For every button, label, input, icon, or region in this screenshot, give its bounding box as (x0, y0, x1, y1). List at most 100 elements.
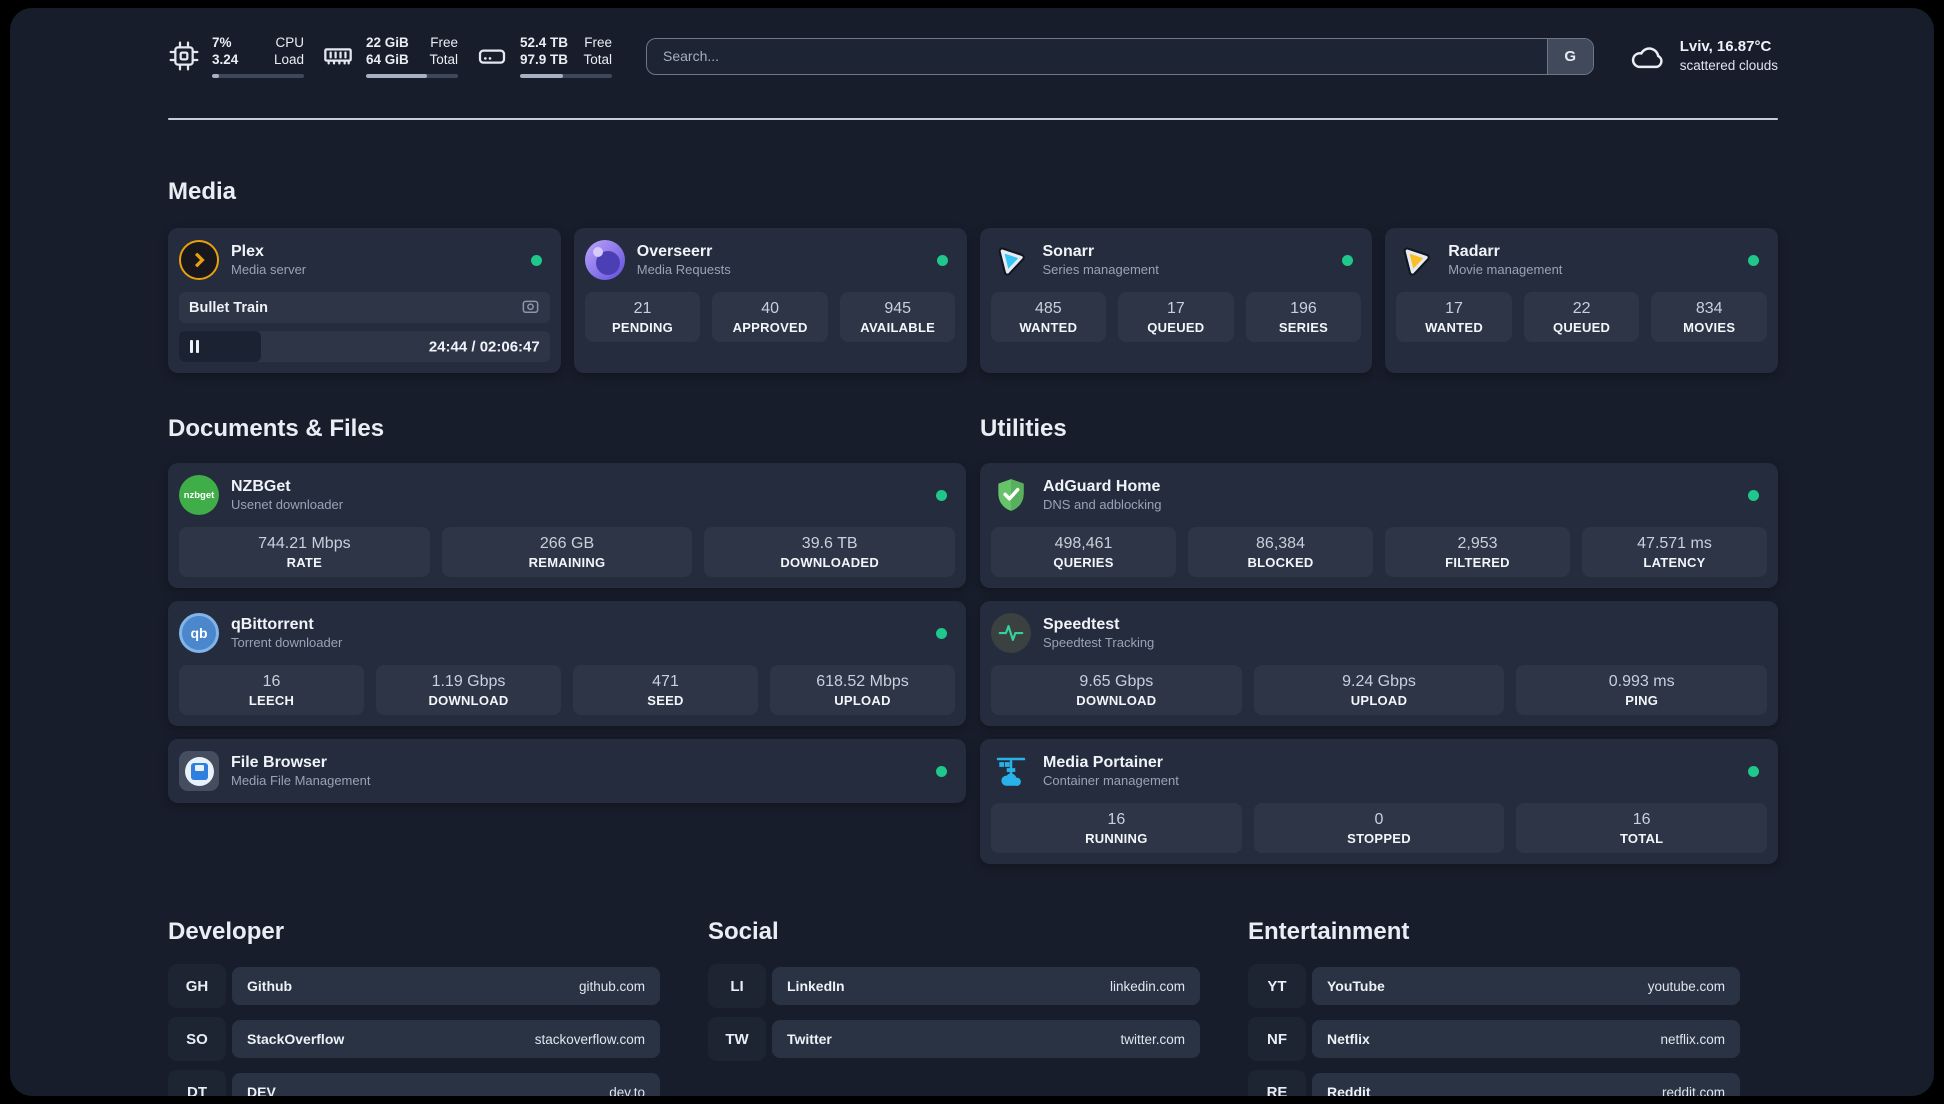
stat-label: DOWNLOAD (428, 693, 509, 708)
section-title-developer: Developer (168, 918, 285, 945)
cpu-label: CPU (275, 34, 304, 50)
weather-location-temp: Lviv, 16.87°C (1679, 38, 1772, 56)
stat-value: 16 (1107, 811, 1126, 828)
speedtest-card[interactable]: Speedtest Speedtest Tracking 9.65 Gbps D… (980, 601, 1778, 726)
overseerr-icon (584, 240, 625, 280)
stat-tile: 485 WANTED (990, 292, 1107, 342)
stat-label: TOTAL (1619, 831, 1664, 846)
stat-value: 618.52 Mbps (816, 673, 909, 690)
system-stats: 7% 3.24 CPU Load 22 GiB 64 GiB Free Tota… (168, 34, 612, 79)
cpu-usage: 7% (212, 34, 232, 50)
stat-tile: 16 RUNNING (991, 803, 1242, 853)
link-netflix[interactable]: NF Netflix netflix.com (1248, 1017, 1740, 1061)
qbittorrent-card[interactable]: qb qBittorrent Torrent downloader 16 LEE… (168, 601, 966, 726)
link-name: DEV (247, 1084, 276, 1096)
adguard-icon (991, 475, 1031, 515)
link-abbr-badge: NF (1248, 1017, 1306, 1061)
stat-label: WANTED (1019, 320, 1078, 335)
stat-label: RATE (286, 555, 323, 570)
stat-label: QUERIES (1053, 555, 1114, 570)
stat-tile: 0 STOPPED (1253, 803, 1505, 853)
stat-value: 86,384 (1256, 535, 1305, 552)
stat-value: 744.21 Mbps (258, 535, 351, 552)
stat-tile: 16 LEECH (179, 665, 364, 715)
link-github[interactable]: GH Github github.com (168, 964, 660, 1008)
memory-progress-bar (366, 73, 458, 79)
overseerr-card[interactable]: Overseerr Media Requests 21 PENDING 40 A… (573, 228, 967, 373)
link-name: Github (247, 978, 293, 994)
stat-label: MOVIES (1683, 320, 1736, 335)
now-playing-row: Bullet Train (179, 292, 550, 323)
stat-label: SEED (647, 693, 684, 708)
search-bar[interactable]: G (646, 37, 1594, 75)
section-title-entertainment: Entertainment (1248, 918, 1410, 945)
stat-value: 0.993 ms (1608, 673, 1675, 690)
plex-card[interactable]: Plex Media server Bullet Train 24:44 / 0… (168, 228, 561, 373)
status-dot (1748, 254, 1759, 266)
dashboard-window: 7% 3.24 CPU Load 22 GiB 64 GiB Free Tota… (10, 8, 1934, 1096)
stat-tile: 471 SEED (573, 665, 758, 715)
stat-value: 945 (884, 300, 912, 317)
stat-tile: 266 GB REMAINING (441, 527, 693, 577)
stat-tile: 0.993 ms PING (1516, 665, 1768, 715)
radarr-card[interactable]: Radarr Movie management 17 WANTED 22 QUE… (1385, 228, 1778, 373)
link-abbr-badge: SO (168, 1017, 226, 1061)
link-name: Twitter (787, 1031, 832, 1047)
adguard-card[interactable]: AdGuard Home DNS and adblocking 498,461 … (980, 463, 1778, 588)
stat-tile: 618.52 Mbps UPLOAD (770, 665, 955, 715)
app-subtitle: Torrent downloader (231, 634, 343, 650)
now-playing-title: Bullet Train (189, 299, 268, 316)
memory-free: 22 GiB (366, 34, 409, 50)
memory-total-label: Total (429, 52, 458, 68)
stat-label: UPLOAD (1350, 693, 1408, 708)
stat-value: 9.65 Gbps (1079, 673, 1154, 690)
stat-value: 16 (1632, 811, 1651, 828)
stat-tile: 9.65 Gbps DOWNLOAD (991, 665, 1242, 715)
stat-label: APPROVED (732, 320, 808, 335)
app-subtitle: Speedtest Tracking (1043, 634, 1155, 650)
stat-value: 17 (1445, 300, 1463, 317)
section-title-social: Social (708, 918, 779, 945)
memory-stat: 22 GiB 64 GiB Free Total (322, 34, 458, 79)
sonarr-card[interactable]: Sonarr Series management 485 WANTED 17 Q… (979, 228, 1373, 373)
stat-label: AVAILABLE (860, 320, 936, 335)
status-dot (1748, 489, 1759, 501)
stat-value: 16 (262, 673, 281, 690)
memory-total: 64 GiB (366, 52, 409, 68)
search-engine-button[interactable]: G (1546, 38, 1593, 74)
link-url: reddit.com (1661, 1084, 1725, 1097)
app-subtitle: DNS and adblocking (1043, 496, 1162, 512)
memory-icon (324, 48, 352, 65)
search-input[interactable] (647, 38, 1547, 74)
link-url: twitter.com (1120, 1031, 1185, 1047)
link-youtube[interactable]: YT YouTube youtube.com (1248, 964, 1740, 1008)
stat-value: 22 (1572, 300, 1591, 317)
app-name: File Browser (231, 753, 328, 771)
pause-icon[interactable] (190, 340, 200, 353)
nzbget-icon: nzbget (179, 475, 219, 515)
stat-label: SERIES (1278, 320, 1329, 335)
playback-progress-bar[interactable]: 24:44 / 02:06:47 (179, 331, 550, 362)
nzbget-card[interactable]: nzbget NZBGet Usenet downloader 744.21 M… (168, 463, 966, 588)
link-linkedin[interactable]: LI LinkedIn linkedin.com (708, 964, 1200, 1008)
link-abbr-badge: RE (1248, 1070, 1306, 1096)
link-dev[interactable]: DT DEV dev.to (168, 1070, 660, 1096)
cpu-stat: 7% 3.24 CPU Load (168, 34, 304, 79)
portainer-card[interactable]: Media Portainer Container management 16 … (980, 739, 1778, 864)
stat-label: STOPPED (1347, 831, 1411, 846)
developer-links-section: Developer GH Github github.com SO StackO… (168, 918, 660, 1096)
stat-label: QUEUED (1147, 320, 1205, 335)
link-reddit[interactable]: RE Reddit reddit.com (1248, 1070, 1740, 1096)
link-stackoverflow[interactable]: SO StackOverflow stackoverflow.com (168, 1017, 660, 1061)
speedtest-icon (991, 613, 1031, 653)
status-dot (1342, 254, 1354, 266)
link-twitter[interactable]: TW Twitter twitter.com (708, 1017, 1200, 1061)
status-dot (936, 254, 948, 266)
link-abbr-badge: DT (168, 1070, 226, 1096)
app-subtitle: Media File Management (231, 772, 371, 788)
link-url: dev.to (609, 1084, 645, 1097)
stat-tile: 86,384 BLOCKED (1188, 527, 1373, 577)
social-links-section: Social LI LinkedIn linkedin.com TW Twitt… (708, 918, 1200, 1096)
filebrowser-card[interactable]: File Browser Media File Management (168, 739, 966, 803)
stat-label: LATENCY (1643, 555, 1706, 570)
